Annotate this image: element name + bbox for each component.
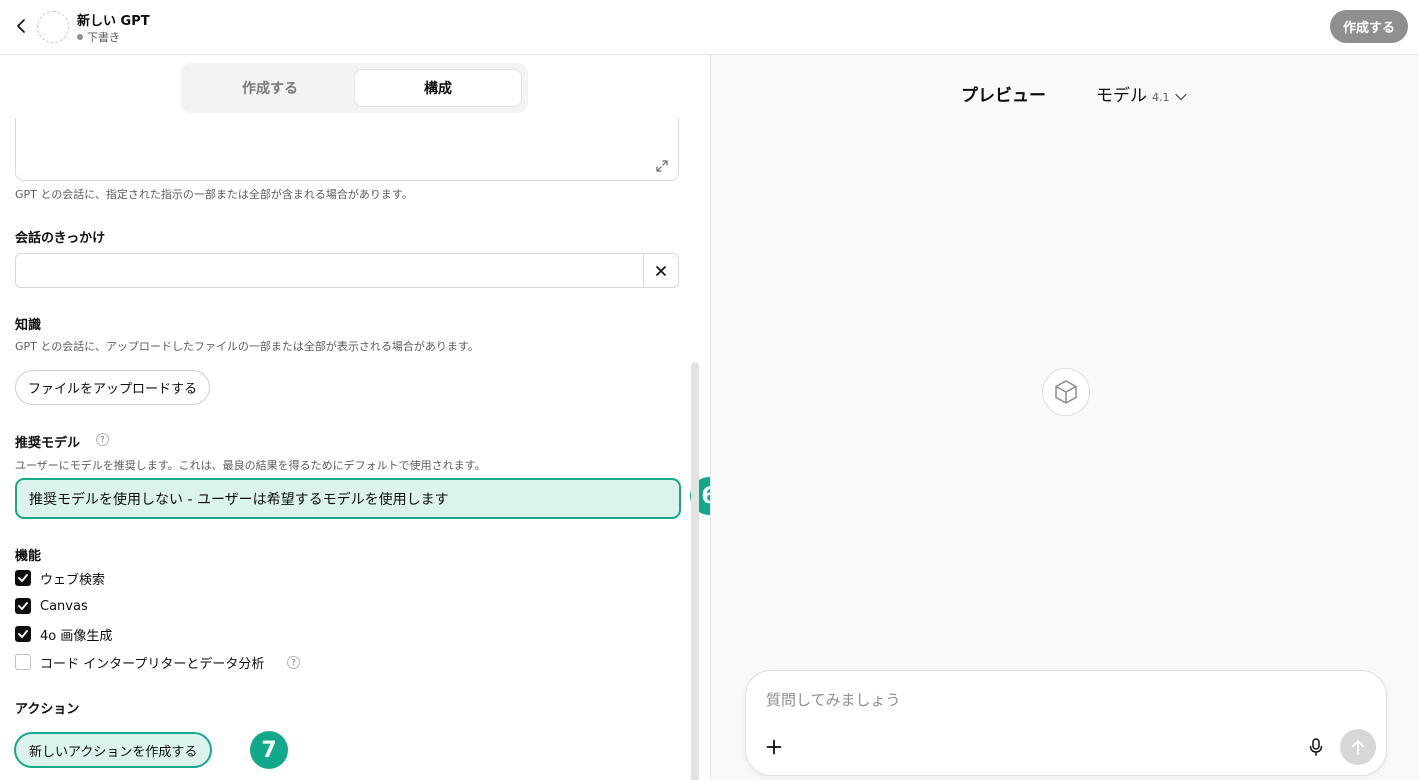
knowledge-hint: GPT との会話に、アップロードしたファイルの一部または全部が表示される場合があ… bbox=[15, 340, 479, 353]
capability-web-search[interactable]: ウェブ検索 bbox=[15, 570, 106, 588]
clear-starter-button[interactable] bbox=[643, 254, 678, 287]
capability-label: Canvas bbox=[40, 598, 88, 614]
status-dot-icon bbox=[77, 34, 83, 40]
checkbox-checked-icon[interactable] bbox=[15, 598, 31, 614]
instructions-textarea[interactable] bbox=[15, 118, 679, 181]
mode-tabs: 作成する 構成 bbox=[181, 63, 528, 113]
conversation-starter-input[interactable] bbox=[16, 254, 644, 287]
gpt-avatar-placeholder[interactable] bbox=[37, 11, 69, 43]
recommended-model-hint: ユーザーにモデルを推奨します。これは、最良の結果を得るためにデフォルトで使用され… bbox=[15, 459, 486, 472]
draft-status-label: 下書き bbox=[87, 31, 120, 44]
capability-canvas[interactable]: Canvas bbox=[15, 598, 88, 614]
top-bar: 新しい GPT 下書き 作成する bbox=[0, 0, 1419, 55]
capability-label: 4o 画像生成 bbox=[40, 628, 113, 644]
recommended-model-select[interactable]: 推奨モデルを使用しない - ユーザーは希望するモデルを使用します bbox=[15, 478, 681, 519]
tab-create[interactable]: 作成する bbox=[186, 69, 354, 107]
capability-code-interpreter[interactable]: コード インタープリターとデータ分析 bbox=[15, 654, 265, 672]
send-button[interactable] bbox=[1340, 729, 1376, 765]
draft-status: 下書き bbox=[77, 29, 120, 45]
checkbox-checked-icon[interactable] bbox=[15, 626, 31, 642]
help-icon[interactable]: ? bbox=[96, 433, 109, 446]
help-icon[interactable]: ? bbox=[287, 656, 300, 669]
step-badge-7: 7 bbox=[250, 731, 288, 769]
microphone-icon[interactable] bbox=[1304, 735, 1328, 759]
conversation-starter-row bbox=[15, 253, 679, 288]
back-arrow-icon[interactable] bbox=[12, 16, 32, 36]
model-selector[interactable]: モデル 4.1 bbox=[1096, 81, 1187, 106]
checkbox-unchecked-icon[interactable] bbox=[15, 654, 31, 670]
recommended-model-heading: 推奨モデル bbox=[15, 436, 81, 451]
capability-image-generation[interactable]: 4o 画像生成 bbox=[15, 626, 113, 644]
cube-icon bbox=[1042, 368, 1090, 416]
arrow-up-icon bbox=[1352, 740, 1364, 755]
scrollbar[interactable] bbox=[691, 362, 699, 780]
capabilities-heading: 機能 bbox=[15, 549, 42, 564]
gpt-title: 新しい GPT bbox=[77, 14, 150, 29]
knowledge-heading: 知識 bbox=[15, 318, 42, 333]
create-new-action-button[interactable]: 新しいアクションを作成する bbox=[14, 732, 213, 768]
message-composer bbox=[745, 670, 1387, 776]
upload-files-button[interactable]: ファイルをアップロードする bbox=[15, 370, 211, 405]
create-button[interactable]: 作成する bbox=[1329, 10, 1408, 43]
model-label: モデル bbox=[1096, 86, 1147, 106]
model-version: 4.1 bbox=[1152, 91, 1170, 104]
chevron-down-icon bbox=[1174, 93, 1187, 101]
preview-panel: プレビュー モデル 4.1 bbox=[710, 55, 1419, 780]
tab-configure[interactable]: 構成 bbox=[354, 69, 522, 107]
actions-heading: アクション bbox=[15, 702, 80, 717]
capability-label: コード インタープリターとデータ分析 bbox=[40, 656, 265, 672]
configure-panel: 作成する 構成 GPT との会話に、指定された指示の一部または全部が含まれる場合… bbox=[0, 55, 710, 780]
conversation-starters-heading: 会話のきっかけ bbox=[15, 231, 106, 246]
preview-title: プレビュー bbox=[961, 86, 1046, 106]
message-input[interactable] bbox=[766, 686, 1366, 714]
capability-label: ウェブ検索 bbox=[40, 572, 106, 588]
expand-icon[interactable] bbox=[655, 158, 671, 174]
checkbox-checked-icon[interactable] bbox=[15, 570, 31, 586]
plus-icon[interactable] bbox=[762, 735, 786, 759]
close-icon bbox=[656, 265, 666, 276]
instructions-hint: GPT との会話に、指定された指示の一部または全部が含まれる場合があります。 bbox=[15, 188, 413, 201]
